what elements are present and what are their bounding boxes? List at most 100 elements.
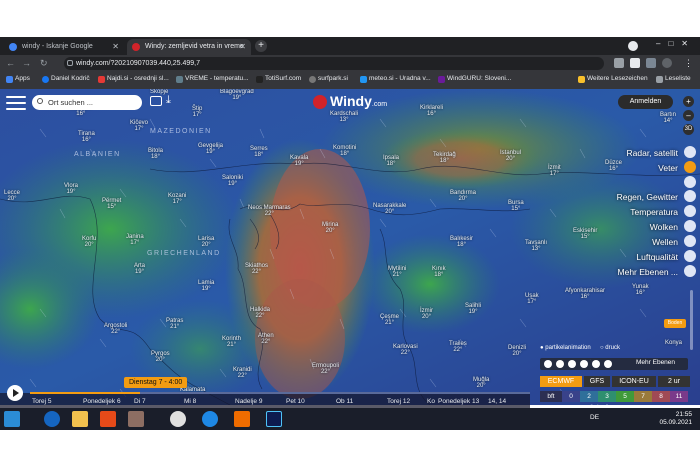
city-label[interactable]: Argostoli 22°	[104, 323, 127, 335]
particles-toggle[interactable]: ● partikelanimation	[540, 345, 591, 351]
file-explorer-icon[interactable]	[72, 411, 88, 427]
layer-temperature[interactable]: Temperatura	[630, 207, 678, 217]
bookmark-meteo[interactable]: meteo.si - Uradna v...	[360, 75, 431, 83]
tab-windy[interactable]: Windy: zemljevid vetra in vreme ✕	[127, 39, 251, 55]
city-label[interactable]: Kınık 18°	[432, 266, 446, 278]
more-layers-link[interactable]: Mehr Ebenen	[636, 359, 675, 366]
media-icon[interactable]	[646, 58, 656, 68]
cloud-shortcut-icon[interactable]	[580, 360, 588, 368]
city-label[interactable]: Štip 17°	[192, 106, 202, 118]
start-icon[interactable]	[4, 411, 20, 427]
city-label[interactable]: Blagoevgrad 19°	[220, 89, 254, 101]
level-button[interactable]: Boden	[664, 319, 686, 328]
puzzle-icon[interactable]	[630, 58, 640, 68]
chrome-icon[interactable]	[170, 411, 186, 427]
interval-select[interactable]: 2 ur	[658, 376, 690, 387]
location-search-input[interactable]: Ort suchen ...	[32, 95, 142, 110]
back-icon[interactable]: ←	[6, 58, 15, 68]
timeline-day[interactable]: Di 7	[134, 398, 146, 405]
internet-explorer-icon[interactable]	[44, 411, 60, 427]
bookmark-vreme[interactable]: VREME - temperatu...	[176, 75, 249, 83]
city-label[interactable]: Janina 17°	[126, 234, 144, 246]
city-label[interactable]: Denizli 20°	[508, 345, 526, 357]
photoshop-icon[interactable]	[266, 411, 282, 427]
city-label[interactable]: Kardschali 13°	[330, 111, 358, 123]
bookmark-apps[interactable]: Apps	[6, 75, 30, 83]
share-icon[interactable]	[150, 96, 162, 106]
bookmark-folder[interactable]: Weitere Lesezeichen	[578, 75, 648, 83]
timeline-day[interactable]: Torej 5	[32, 398, 52, 405]
layer-air-quality[interactable]: Luftqualität	[636, 252, 678, 262]
city-label[interactable]: Ermoupoli 22°	[312, 363, 339, 375]
city-label[interactable]: Uşak 17°	[525, 293, 539, 305]
city-label[interactable]: Larisa 20°	[198, 236, 214, 248]
layer-wind[interactable]: Veter	[658, 163, 678, 173]
city-label[interactable]: Lecce 20°	[4, 190, 20, 202]
wave-shortcut-icon[interactable]	[592, 360, 600, 368]
bookmark-najdi[interactable]: Najdi.si - osrednji sl...	[98, 75, 169, 83]
city-label[interactable]: İzmir 20°	[420, 308, 433, 320]
new-tab-button[interactable]: +	[255, 40, 267, 52]
bookmark-daniel[interactable]: Daniel Kodrič	[42, 75, 90, 83]
office-icon[interactable]	[234, 411, 250, 427]
city-label[interactable]: Eskisehir 15°	[573, 228, 597, 240]
city-label[interactable]: Afyonkarahisar 16°	[565, 288, 605, 300]
tab-google-search[interactable]: windy - Iskanje Google ✕	[4, 39, 124, 55]
city-label[interactable]: Mytilini 21°	[388, 266, 406, 278]
city-label[interactable]: Serres 18°	[250, 146, 268, 158]
city-label[interactable]: Bartın 14°	[660, 112, 676, 124]
city-label[interactable]: Kranidi 22°	[233, 367, 252, 379]
city-label[interactable]: Karlovasi 22°	[393, 344, 418, 356]
hamburger-menu-icon[interactable]	[6, 96, 26, 110]
altitude-slider[interactable]	[690, 290, 693, 350]
city-label[interactable]: Nasarakkale 20°	[373, 203, 406, 215]
url-field[interactable]: windy.com/?20210907039.440,25.499,7	[64, 57, 604, 70]
layer-radar[interactable]: Radar, satellit	[627, 148, 679, 158]
language-indicator[interactable]: DE	[590, 414, 599, 421]
model-icon-eu[interactable]: ICON-EU	[612, 376, 656, 387]
city-label[interactable]: Çeşme 21°	[380, 314, 399, 326]
timeline-day[interactable]: Ob 11	[336, 398, 353, 405]
city-label[interactable]: Balıkesir 18°	[450, 236, 473, 248]
layer-clouds[interactable]: Wolken	[650, 222, 678, 232]
city-label[interactable]: Pyrgos 20°	[151, 351, 170, 363]
city-label[interactable]: Bursa 15°	[508, 200, 524, 212]
extension-icon[interactable]	[614, 58, 624, 68]
temp-shortcut-icon[interactable]	[568, 360, 576, 368]
3d-button[interactable]: 3D	[683, 124, 694, 135]
city-label[interactable]: Patras 21°	[166, 318, 183, 330]
city-label[interactable]: Istanbul 20°	[500, 150, 521, 162]
media-player-icon[interactable]	[100, 411, 116, 427]
bookmark-windguru[interactable]: WindGURU: Sloveni...	[438, 75, 511, 83]
timeline-day[interactable]: Ko	[427, 398, 435, 405]
city-label[interactable]: Vlora 19°	[64, 183, 78, 195]
city-label[interactable]: Kičevo 17°	[130, 120, 148, 132]
city-label[interactable]: Bitola 18°	[148, 148, 163, 160]
city-label[interactable]: Kavala 19°	[290, 155, 308, 167]
timeline-day[interactable]: 14, 14	[488, 398, 506, 405]
edge-icon[interactable]	[202, 411, 218, 427]
model-ecmwf[interactable]: ECMWF	[540, 376, 582, 387]
play-button[interactable]	[7, 385, 23, 401]
timeline-day[interactable]: Ponedeljek 6	[83, 398, 121, 405]
close-tab-icon[interactable]: ✕	[112, 39, 119, 55]
profile-avatar[interactable]	[662, 58, 672, 68]
city-label[interactable]: Korfu 20°	[82, 236, 96, 248]
timeline-day[interactable]: Ponedeljek 13	[438, 398, 479, 405]
city-label[interactable]: Tirana 16°	[78, 131, 95, 143]
aqi-shortcut-icon[interactable]	[604, 360, 612, 368]
city-label[interactable]: Trailes 22°	[449, 341, 467, 353]
download-icon[interactable]: ⤓	[166, 94, 171, 107]
tab-search-icon[interactable]	[628, 41, 638, 51]
city-label[interactable]: Yunak 16°	[632, 284, 649, 296]
layer-rain[interactable]: Regen, Gewitter	[617, 192, 678, 202]
city-label[interactable]: Tekirdağ 18°	[433, 152, 456, 164]
city-label[interactable]: Komotini 18°	[333, 145, 356, 157]
city-label[interactable]: Gevgelija 19°	[198, 143, 223, 155]
city-label[interactable]: Salihli 19°	[465, 303, 481, 315]
city-label[interactable]: Neos Marmaras 22°	[248, 205, 291, 217]
city-label[interactable]: Përmet 15°	[102, 198, 121, 210]
timeline-day[interactable]: Nadelje 9	[235, 398, 262, 405]
layer-more[interactable]: Mehr Ebenen ...	[618, 267, 678, 277]
model-gfs[interactable]: GFS	[584, 376, 610, 387]
